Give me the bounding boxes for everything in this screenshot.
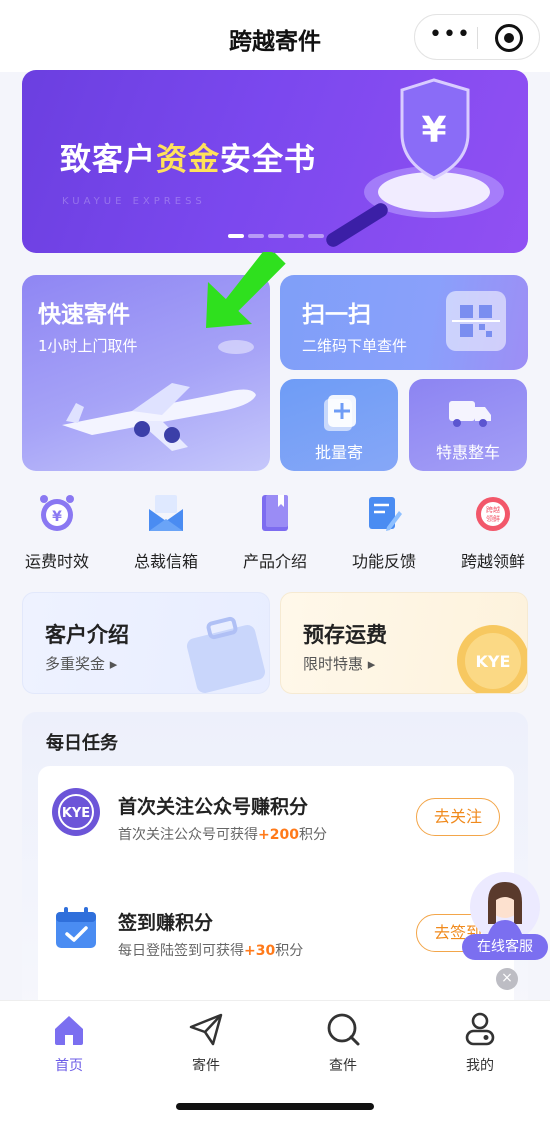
- headline-highlight: 资金: [156, 142, 220, 178]
- tab-profile[interactable]: 我的: [425, 1009, 535, 1079]
- menu-ceo-mailbox[interactable]: 总裁信箱: [111, 493, 221, 573]
- service-avatar: [470, 872, 540, 942]
- profile-icon: [465, 1012, 495, 1046]
- menu-product-intro[interactable]: 产品介绍: [220, 493, 330, 573]
- kye-logo-icon: KYE: [52, 788, 100, 836]
- home-indicator: [176, 1103, 374, 1110]
- daily-tasks-header: 每日任务: [46, 733, 118, 754]
- truck-label: 特惠整车: [435, 443, 500, 462]
- menu-feedback[interactable]: 功能反馈: [329, 493, 439, 573]
- bulk-send-tile[interactable]: 批量寄: [280, 379, 398, 471]
- menu-label: 跨越领鲜: [460, 552, 525, 571]
- tab-track[interactable]: 查件: [288, 1009, 398, 1079]
- svg-text:领鲜: 领鲜: [486, 514, 500, 523]
- task-desc-text: 每日登陆签到可获得: [118, 943, 244, 959]
- qr-code-icon: [446, 291, 506, 351]
- daily-tasks-section: 每日任务 KYE 首次关注公众号赚积分 首次关注公众号可获得+200积分 去关注…: [22, 712, 528, 1016]
- scan-subtitle: 二维码下单查件: [302, 337, 408, 355]
- task-description: 每日登陆签到可获得+30积分: [118, 940, 303, 960]
- menu-label: 产品介绍: [242, 552, 307, 571]
- target-icon[interactable]: [495, 24, 523, 52]
- task-points: +30: [244, 943, 276, 959]
- customer-referral-card[interactable]: 客户介绍 多重奖金 ▸: [22, 592, 270, 694]
- send-plane-icon: [189, 1013, 223, 1046]
- task-description: 首次关注公众号可获得+200积分: [118, 824, 327, 844]
- pagination-dot[interactable]: [308, 234, 324, 238]
- task-desc-text: 首次关注公众号可获得: [118, 827, 258, 843]
- banner-watermark: KUAYUE EXPRESS: [62, 196, 206, 207]
- tab-home[interactable]: 首页: [14, 1009, 124, 1079]
- headline-pre: 致客户: [60, 142, 156, 178]
- task-desc-unit: 积分: [275, 943, 304, 959]
- promo-banner[interactable]: ¥ 致客户资金安全书 KUAYUE EXPRESS: [22, 70, 528, 253]
- task-desc-unit: 积分: [298, 827, 327, 843]
- svg-text:KYE: KYE: [62, 806, 90, 821]
- task-row: KYE 首次关注公众号赚积分 首次关注公众号可获得+200积分 去关注: [38, 766, 514, 856]
- coin-icon: KYE: [457, 625, 527, 693]
- home-icon: [55, 1016, 83, 1045]
- more-dots-icon[interactable]: •••: [429, 24, 470, 50]
- follow-button[interactable]: 去关注: [416, 798, 500, 836]
- pointer-arrow-icon: [206, 252, 286, 328]
- menu-kuayue-fresh[interactable]: 跨越 领鲜 跨越领鲜: [438, 493, 548, 573]
- truck-tile[interactable]: 特惠整车: [409, 379, 527, 471]
- alarm-clock-yen-icon: ¥: [40, 495, 74, 531]
- calendar-check-icon: [56, 907, 96, 948]
- daily-tasks-card: KYE 首次关注公众号赚积分 首次关注公众号可获得+200积分 去关注 签到赚积…: [38, 766, 514, 1016]
- fresh-badge-icon: 跨越 领鲜: [476, 497, 510, 531]
- scan-title: 扫一扫: [302, 302, 371, 328]
- pagination-dot[interactable]: [288, 234, 304, 238]
- pagination-dot[interactable]: [268, 234, 284, 238]
- pagination-dot[interactable]: [248, 234, 264, 238]
- tab-send[interactable]: 寄件: [151, 1009, 261, 1079]
- tab-label: 查件: [329, 1058, 357, 1074]
- online-service-label: 在线客服: [462, 934, 548, 960]
- mail-icon: [149, 495, 183, 531]
- task-row: 签到赚积分 每日登陆签到可获得+30积分 去签到: [38, 882, 514, 972]
- book-icon: [262, 495, 288, 531]
- capsule-divider: [477, 27, 478, 49]
- nav-header: 跨越寄件 •••: [0, 0, 550, 72]
- pagination-dot[interactable]: [228, 234, 244, 238]
- task-title: 首次关注公众号赚积分: [118, 796, 309, 818]
- bottom-tab-bar: 首页 寄件 查件 我的: [0, 1000, 550, 1122]
- menu-label: 运费时效: [24, 552, 89, 571]
- online-service-widget[interactable]: 在线客服: [462, 870, 548, 965]
- task-points: +200: [258, 827, 299, 843]
- menu-freight-time[interactable]: ¥ 运费时效: [2, 493, 112, 573]
- svg-text:KYE: KYE: [476, 652, 511, 671]
- banner-headline: 致客户资金安全书: [60, 134, 316, 179]
- bulk-send-label: 批量寄: [314, 443, 363, 462]
- prepay-freight-card[interactable]: 预存运费 限时特惠 ▸ KYE: [280, 592, 528, 694]
- tab-label: 首页: [55, 1058, 83, 1074]
- task-title: 签到赚积分: [118, 912, 214, 934]
- tab-label: 寄件: [192, 1058, 220, 1074]
- search-icon: [327, 1013, 360, 1046]
- mini-program-capsule: •••: [414, 14, 540, 60]
- menu-label: 总裁信箱: [133, 552, 198, 571]
- close-icon[interactable]: ×: [496, 968, 518, 990]
- tab-label: 我的: [466, 1058, 494, 1074]
- briefcase-icon: [186, 616, 266, 693]
- feedback-icon: [369, 497, 402, 531]
- svg-text:¥: ¥: [52, 509, 62, 525]
- svg-text:¥: ¥: [421, 110, 446, 151]
- scan-card[interactable]: 扫一扫 二维码下单查件: [280, 275, 528, 370]
- headline-post: 安全书: [220, 142, 316, 178]
- svg-text:跨越: 跨越: [486, 505, 500, 514]
- menu-label: 功能反馈: [351, 552, 416, 571]
